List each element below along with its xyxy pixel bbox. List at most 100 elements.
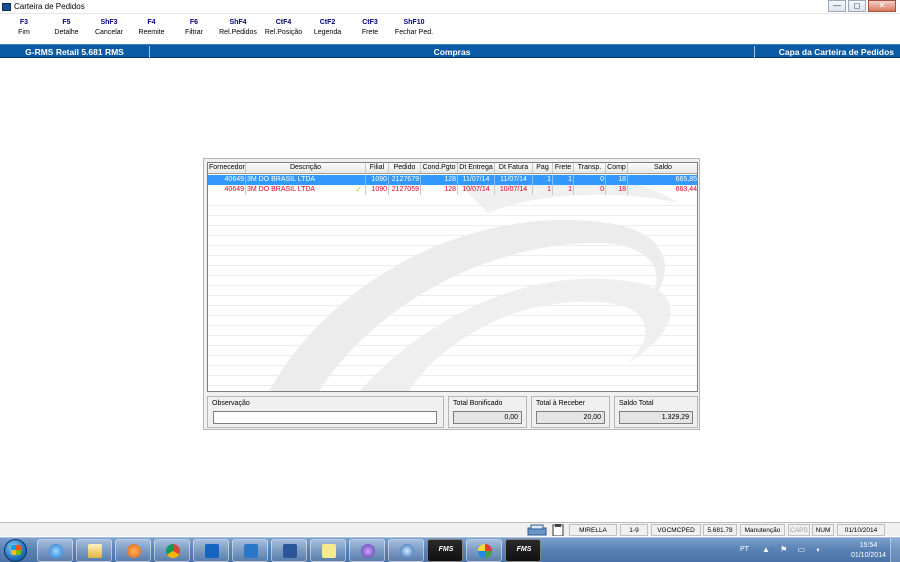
- key-label: ShF4: [229, 19, 247, 26]
- table-row[interactable]: 40649 3M DO BRASIL LTDA ✓ 1090 2127059 1…: [208, 185, 697, 195]
- key-label: CtF3: [362, 19, 378, 26]
- grid-row-line: [208, 215, 697, 216]
- action-label: Cancelar: [94, 29, 123, 36]
- total-receber-label: Total à Receber: [536, 400, 586, 407]
- col-dt-fatura[interactable]: Dt Fatura: [495, 163, 533, 173]
- grid-row-line: [208, 255, 697, 256]
- cell-dt-entrega: 10/07/14: [458, 185, 495, 195]
- col-pag[interactable]: Pag: [533, 163, 553, 173]
- toolbar-cancelar-button[interactable]: ShF3 Cancelar: [89, 15, 129, 43]
- key-label: F4: [147, 19, 156, 26]
- toolbar-filtrar-button[interactable]: F6 Filtrar: [174, 15, 214, 43]
- update-icon[interactable]: [388, 539, 424, 562]
- toolbar-reemite-button[interactable]: F4 Reemite: [132, 15, 172, 43]
- toolbar-detalhe-button[interactable]: F5 Detalhe: [47, 15, 87, 43]
- cell-cond-pgto: 128: [421, 175, 458, 185]
- col-dt-entrega[interactable]: Dt Entrega: [458, 163, 495, 173]
- status-mode: Manutenção: [740, 524, 785, 536]
- cell-transp: 0: [574, 175, 606, 185]
- key-label: F6: [189, 19, 199, 26]
- status-caps: CAPS: [788, 524, 810, 536]
- cell-dt-entrega: 11/07/14: [458, 175, 495, 185]
- cell-transp: 0: [574, 185, 606, 195]
- cell-cond-pgto: 128: [421, 185, 458, 195]
- fms-label: FMS: [438, 546, 454, 553]
- col-transp[interactable]: Transp.: [574, 163, 606, 173]
- chrome-icon[interactable]: [154, 539, 190, 562]
- col-comp[interactable]: Comp: [606, 163, 628, 173]
- windows-taskbar: FMS FMS PT ▲ ⚑ ▭ ◖ 15:54 01/10/2014: [0, 537, 900, 562]
- saldo-total-value: 1.329,29: [619, 411, 693, 424]
- cell-saldo: 663,44: [628, 185, 697, 195]
- toolbar-fim-button[interactable]: F3 Fim: [4, 15, 44, 43]
- action-label: Fechar Ped.: [394, 29, 434, 36]
- cell-dt-fatura: 10/07/14: [495, 185, 533, 195]
- cell-filial: 1090: [366, 175, 389, 185]
- module-name: Compras: [150, 46, 755, 58]
- fms-label: FMS: [516, 546, 532, 553]
- table-row[interactable]: 40649 3M DO BRASIL LTDA 1090 2127679 128…: [208, 175, 697, 185]
- total-bonificado-value: 0,00: [453, 411, 522, 424]
- clipboard-icon[interactable]: [551, 524, 565, 536]
- internet-explorer-icon[interactable]: [37, 539, 73, 562]
- col-saldo[interactable]: Saldo: [628, 163, 697, 173]
- taskbar-clock[interactable]: 15:54 01/10/2014: [851, 541, 886, 561]
- cell-descricao: 3M DO BRASIL LTDA: [246, 175, 366, 185]
- key-label: ShF10: [403, 19, 425, 26]
- windows-start-icon[interactable]: [4, 539, 27, 562]
- observacao-label: Observação: [212, 400, 250, 407]
- show-desktop-button[interactable]: [890, 538, 900, 562]
- fms-app-icon[interactable]: FMS: [505, 539, 541, 562]
- outlook-icon[interactable]: [193, 539, 229, 562]
- col-fornecedor[interactable]: Fornecedor: [208, 163, 246, 173]
- total-receber-value: 20,00: [536, 411, 605, 424]
- status-range: 1-9: [620, 524, 648, 536]
- orders-grid[interactable]: Fornecedor Descrição Filial Pedido Cond.…: [207, 162, 698, 392]
- maximize-button[interactable]: ◻: [848, 0, 866, 12]
- file-explorer-icon[interactable]: [76, 539, 112, 562]
- col-pedido[interactable]: Pedido: [389, 163, 421, 173]
- tray-icons[interactable]: ▲ ⚑ ▭ ◖: [762, 545, 824, 554]
- word-icon[interactable]: [271, 539, 307, 562]
- grid-row-line: [208, 245, 697, 246]
- sticky-notes-icon[interactable]: [310, 539, 346, 562]
- col-frete[interactable]: Frete: [553, 163, 574, 173]
- col-cond-pgto[interactable]: Cond.Pgto: [421, 163, 458, 173]
- window-controls: — ◻ ✕: [826, 0, 896, 12]
- close-button[interactable]: ✕: [868, 0, 896, 12]
- toolbar-rel-posicao-button[interactable]: CtF4 Rel.Posição: [262, 15, 305, 43]
- toolbar-frete-button[interactable]: CtF3 Frete: [350, 15, 390, 43]
- cell-pag: 1: [533, 175, 553, 185]
- printer-icon[interactable]: [526, 524, 548, 536]
- language-indicator[interactable]: PT: [740, 546, 749, 553]
- toolbar-legenda-button[interactable]: CtF2 Legenda: [308, 15, 348, 43]
- toolbar-fechar-pedido-button[interactable]: ShF10 Fechar Ped.: [393, 15, 436, 43]
- col-filial[interactable]: Filial: [366, 163, 389, 173]
- fms-app-icon[interactable]: FMS: [427, 539, 463, 562]
- action-label: Legenda: [313, 29, 342, 36]
- toolbar-rel-pedidos-button[interactable]: ShF4 Rel.Pedidos: [217, 15, 260, 43]
- paint-icon[interactable]: [466, 539, 502, 562]
- status-num: NUM: [812, 524, 834, 536]
- system-tray: PT ▲ ⚑ ▭ ◖ 15:54 01/10/2014: [740, 538, 900, 562]
- key-label: ShF3: [100, 19, 118, 26]
- total-receber-group: Total à Receber 20,00: [531, 396, 610, 428]
- status-bar: MIRELLA 1-9 VGCMCPED 5.681.78 Manutenção…: [0, 522, 900, 536]
- cell-descricao-text: 3M DO BRASIL LTDA: [247, 186, 316, 193]
- cell-pedido: 2127679: [389, 175, 421, 185]
- observacao-input[interactable]: [213, 411, 437, 424]
- cell-dt-fatura: 11/07/14: [495, 175, 533, 185]
- key-label: CtF4: [275, 19, 292, 26]
- lync-icon[interactable]: [232, 539, 268, 562]
- action-label: Detalhe: [54, 29, 79, 36]
- key-label: F3: [19, 19, 29, 26]
- media-player-icon[interactable]: [115, 539, 151, 562]
- infinity-app-icon[interactable]: [349, 539, 385, 562]
- key-label: CtF2: [319, 19, 336, 26]
- minimize-button[interactable]: —: [828, 0, 846, 12]
- key-label: F5: [62, 19, 71, 26]
- col-descricao[interactable]: Descrição: [246, 163, 366, 173]
- function-key-toolbar: F3 Fim F5 Detalhe ShF3 Cancelar F4 Reemite F…: [0, 15, 900, 43]
- status-version: 5.681.78: [703, 524, 737, 536]
- checkmark-icon: ✓: [355, 185, 362, 194]
